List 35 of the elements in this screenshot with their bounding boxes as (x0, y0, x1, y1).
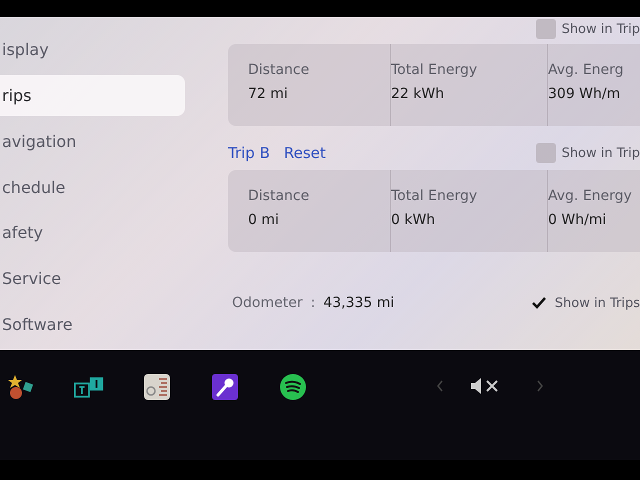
stat-label: Total Energy (391, 62, 478, 78)
checkbox-label: Show in Trips (554, 296, 640, 310)
stat-label: Total Energy (391, 188, 478, 204)
stat-value: 0 mi (248, 212, 280, 228)
checkbox-label: Show in Trip (562, 146, 640, 160)
checkbox-label: Show in Trip (562, 22, 640, 36)
stat-label: Avg. Energy (548, 188, 633, 204)
trip-title: Trip B (228, 144, 270, 162)
odometer-value: 43,335 mi (323, 295, 394, 311)
odometer-label: Odometer (232, 295, 303, 311)
radio-icon[interactable] (143, 373, 171, 401)
music-app-icon[interactable] (279, 373, 307, 401)
sidebar-item[interactable]: isplay (0, 29, 185, 70)
reset-link[interactable]: Reset (284, 144, 326, 162)
stat-value: 22 kWh (391, 86, 446, 102)
stat-label: Distance (248, 62, 310, 78)
tiles-icon[interactable] (74, 375, 104, 399)
sidebar-item[interactable]: Software (0, 304, 185, 346)
sidebar-item[interactable]: rips (0, 74, 185, 116)
muted-speaker-icon[interactable] (470, 377, 500, 395)
microphone-icon[interactable] (211, 373, 239, 401)
sidebar-item[interactable]: avigation (0, 120, 185, 162)
stat-label: Distance (248, 188, 310, 204)
games-icon[interactable] (7, 373, 35, 401)
checkbox[interactable] (536, 19, 556, 39)
sidebar-item[interactable]: Service (0, 258, 185, 300)
sidebar-item[interactable]: afety (0, 212, 185, 254)
separator: : (310, 295, 316, 311)
stat-value: 0 Wh/mi (548, 212, 608, 228)
stat-value: 309 Wh/m (548, 86, 622, 102)
stat-label: Avg. Energ (548, 62, 625, 78)
checkbox[interactable] (536, 143, 556, 163)
stat-value: 0 kWh (391, 212, 436, 228)
sidebar-item[interactable]: chedule (0, 166, 185, 208)
stat-value: 72 mi (248, 86, 289, 102)
